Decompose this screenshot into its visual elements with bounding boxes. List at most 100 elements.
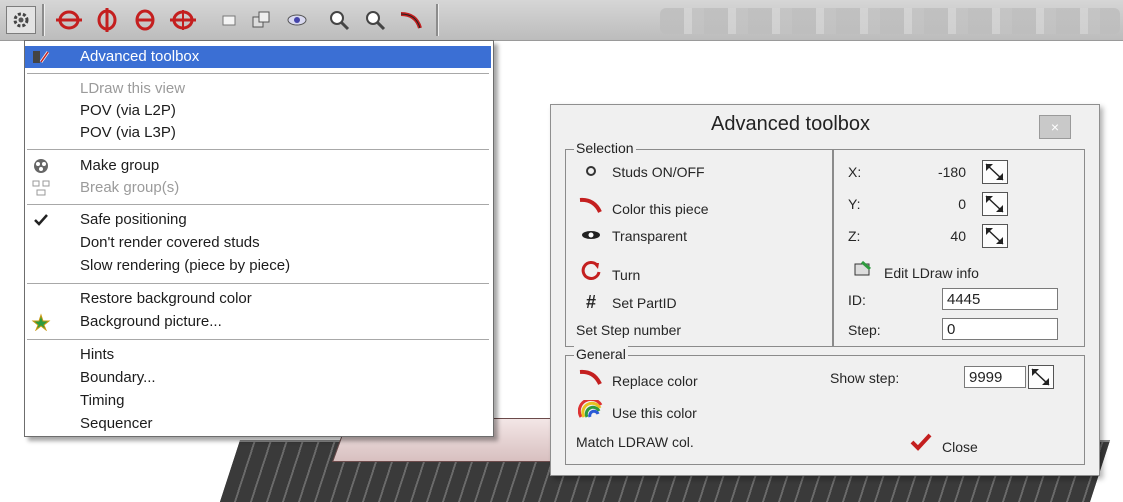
- menu-separator: [27, 339, 489, 340]
- menu-item-label: LDraw this view: [80, 80, 186, 97]
- menu-item-label: Hints: [80, 346, 115, 363]
- checkmark-icon: [31, 211, 51, 229]
- copy-window-icon[interactable]: [246, 6, 276, 34]
- zoom-out-icon[interactable]: [360, 6, 390, 34]
- x-label: X:: [848, 164, 862, 180]
- transparent-button[interactable]: Transparent: [576, 228, 687, 244]
- rotate-up-icon[interactable]: [92, 6, 122, 34]
- toolbar-separator: [42, 4, 45, 36]
- close-label: Close: [942, 439, 978, 455]
- menu-item-slow-rendering[interactable]: Slow rendering (piece by piece): [25, 255, 491, 277]
- show-step-field[interactable]: 9999: [964, 366, 1026, 388]
- menu-item-safe-positioning[interactable]: Safe positioning: [25, 209, 491, 231]
- toolbox-icon: [31, 48, 51, 66]
- replace-color-button[interactable]: Replace color: [576, 368, 698, 389]
- edit-info-icon: [848, 260, 878, 281]
- menu-item-pov-l3p[interactable]: POV (via L3P): [25, 122, 491, 144]
- edit-ldraw-label: Edit LDraw info: [884, 265, 979, 281]
- menu-item-restore-background-color[interactable]: Restore background color: [25, 288, 491, 310]
- rotate-down-icon[interactable]: [130, 6, 160, 34]
- general-group: General Replace color Use this color Mat…: [565, 346, 1085, 465]
- edit-ldraw-info-button[interactable]: Edit LDraw info: [848, 260, 979, 281]
- selection-group: Selection Studs ON/OFF Color this piece …: [565, 140, 1085, 347]
- y-spin-icon[interactable]: [982, 192, 1008, 216]
- color-piece-button[interactable]: Color this piece: [576, 196, 709, 217]
- turn-button[interactable]: Turn: [576, 260, 640, 283]
- menu-separator: [27, 283, 489, 284]
- menu-item-timing[interactable]: Timing: [25, 390, 491, 412]
- studs-toggle-button[interactable]: Studs ON/OFF: [576, 164, 705, 180]
- set-partid-label: Set PartID: [612, 295, 677, 311]
- close-button[interactable]: Close: [906, 432, 978, 455]
- z-label: Z:: [848, 228, 861, 244]
- menu-item-break-group[interactable]: Break group(s): [25, 177, 491, 199]
- menu-item-label: Safe positioning: [80, 211, 187, 228]
- tools-dropdown-menu: Advanced toolbox LDraw this view POV (vi…: [24, 40, 494, 437]
- use-this-color-button[interactable]: Use this color: [576, 397, 697, 421]
- x-value: -180: [937, 164, 966, 180]
- close-icon[interactable]: ×: [1039, 115, 1071, 139]
- brick-view-icon[interactable]: [214, 6, 244, 34]
- rainbow-icon: [576, 397, 606, 421]
- set-step-number-button[interactable]: Set Step number: [576, 322, 681, 338]
- id-field[interactable]: 4445: [942, 288, 1058, 310]
- transparent-icon: [576, 228, 606, 244]
- x-spin-icon[interactable]: [982, 160, 1008, 184]
- use-color-label: Use this color: [612, 405, 697, 421]
- z-spin-icon[interactable]: [982, 224, 1008, 248]
- hash-icon: #: [585, 292, 596, 312]
- menu-item-advanced-toolbox[interactable]: Advanced toolbox: [25, 46, 491, 68]
- menu-item-label: Slow rendering (piece by piece): [80, 257, 291, 274]
- turn-label: Turn: [612, 267, 641, 283]
- menu-item-label: Break group(s): [80, 179, 180, 196]
- match-ldraw-label: Match LDRAW col.: [576, 434, 694, 450]
- settings-gear-icon[interactable]: [6, 6, 36, 34]
- selection-group-label: Selection: [574, 140, 636, 156]
- menu-item-label: Restore background color: [80, 290, 252, 307]
- id-label: ID:: [848, 292, 866, 308]
- menu-item-label: Advanced toolbox: [80, 48, 200, 65]
- stud-icon: [576, 164, 606, 180]
- transparent-eye-icon[interactable]: [282, 6, 312, 34]
- brush-icon: [576, 196, 606, 217]
- model-preview-strip: [660, 8, 1120, 34]
- menu-item-label: Timing: [80, 392, 125, 409]
- menu-item-label: POV (via L2P): [80, 102, 176, 119]
- menu-item-label: Boundary...: [80, 369, 156, 386]
- color-brush-icon[interactable]: [396, 6, 426, 34]
- menu-item-ldraw-this-view[interactable]: LDraw this view: [25, 78, 491, 100]
- menu-item-pov-l2p[interactable]: POV (via L2P): [25, 100, 491, 122]
- match-ldraw-color-button[interactable]: Match LDRAW col.: [576, 434, 694, 450]
- main-toolbar: [0, 0, 1123, 41]
- panel-title: Advanced toolbox: [711, 113, 871, 135]
- menu-item-label: Background picture...: [80, 313, 222, 330]
- show-step-label: Show step:: [830, 370, 900, 386]
- menu-item-label: POV (via L3P): [80, 124, 176, 141]
- picture-icon: [31, 313, 51, 332]
- show-step-spin-icon[interactable]: [1028, 365, 1054, 389]
- color-piece-label: Color this piece: [612, 201, 709, 217]
- y-value: 0: [958, 196, 966, 212]
- menu-item-dont-render-covered-studs[interactable]: Don't render covered studs: [25, 232, 491, 254]
- replace-color-label: Replace color: [612, 373, 698, 389]
- menu-item-boundary[interactable]: Boundary...: [25, 367, 491, 389]
- menu-item-make-group[interactable]: Make group: [25, 155, 491, 177]
- step-field[interactable]: 0: [942, 318, 1058, 340]
- menu-item-background-picture[interactable]: Background picture...: [25, 311, 491, 333]
- menu-item-hints[interactable]: Hints: [25, 344, 491, 366]
- rotate-left-icon[interactable]: [54, 6, 84, 34]
- menu-item-sequencer[interactable]: Sequencer: [25, 413, 491, 435]
- checkmark-icon: [906, 432, 936, 455]
- turn-icon: [576, 260, 606, 283]
- group-icon: [31, 157, 51, 175]
- rotate-right-icon[interactable]: [168, 6, 198, 34]
- y-label: Y:: [848, 196, 861, 212]
- general-group-label: General: [574, 346, 628, 362]
- menu-separator: [27, 73, 489, 74]
- set-step-label: Set Step number: [576, 322, 682, 338]
- toolbar-separator: [436, 4, 439, 36]
- menu-item-label: Don't render covered studs: [80, 234, 260, 251]
- zoom-in-icon[interactable]: [324, 6, 354, 34]
- menu-item-label: Make group: [80, 157, 160, 174]
- set-partid-button[interactable]: # Set PartID: [576, 292, 677, 313]
